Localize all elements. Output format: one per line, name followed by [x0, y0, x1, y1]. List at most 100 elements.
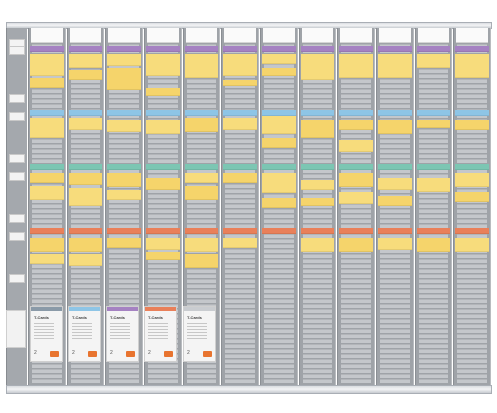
purple-row-marker-card[interactable] [146, 46, 180, 52]
column-header-label[interactable] [147, 28, 179, 43]
column-header-label[interactable] [108, 28, 140, 43]
t-card[interactable] [339, 54, 373, 78]
purple-row-marker-card[interactable] [416, 46, 451, 52]
t-card[interactable] [416, 54, 451, 68]
t-card[interactable] [184, 173, 219, 183]
orange-row-marker-card[interactable] [68, 228, 103, 234]
t-card[interactable] [68, 188, 103, 206]
column-header-label[interactable] [417, 28, 450, 43]
orange-row-marker-card[interactable] [300, 228, 335, 234]
t-card[interactable] [223, 54, 257, 76]
t-card[interactable] [416, 238, 451, 252]
t-card[interactable] [184, 118, 219, 132]
blue-row-marker-card[interactable] [416, 110, 451, 116]
t-card[interactable] [107, 238, 141, 248]
t-card-pack[interactable]: T-Cards 2 [68, 306, 101, 362]
t-card[interactable] [146, 238, 180, 250]
t-card[interactable] [455, 238, 489, 252]
orange-row-marker-card[interactable] [455, 228, 489, 234]
t-card[interactable] [68, 54, 103, 68]
column-header-label[interactable] [379, 28, 411, 43]
column-header-label[interactable] [456, 28, 488, 43]
blue-row-marker-card[interactable] [455, 110, 489, 116]
t-card[interactable] [378, 178, 412, 190]
t-card[interactable] [107, 54, 141, 66]
blue-row-marker-card[interactable] [184, 110, 219, 116]
t-card[interactable] [107, 173, 141, 187]
teal-row-marker-card[interactable] [68, 164, 103, 170]
t-card[interactable] [30, 238, 64, 252]
t-card[interactable] [300, 198, 335, 206]
t-card[interactable] [146, 178, 180, 190]
t-card-pack[interactable]: T-Cards 2 [30, 306, 63, 362]
t-card[interactable] [146, 54, 180, 76]
t-card[interactable] [223, 238, 257, 248]
orange-row-marker-card[interactable] [107, 228, 141, 234]
t-card[interactable] [455, 173, 489, 187]
t-card[interactable] [107, 120, 141, 132]
orange-row-marker-card[interactable] [146, 228, 180, 234]
t-card[interactable] [339, 238, 373, 252]
t-card-pack[interactable]: T-Cards 2 [106, 306, 139, 362]
column-header-label[interactable] [185, 28, 218, 43]
t-card[interactable] [68, 118, 103, 130]
t-card[interactable] [378, 54, 412, 78]
orange-row-marker-card[interactable] [262, 228, 296, 234]
t-card[interactable] [262, 173, 296, 193]
column-header-label[interactable] [301, 28, 334, 43]
purple-row-marker-card[interactable] [68, 46, 103, 52]
t-card-pack[interactable]: T-Cards 2 [144, 306, 177, 362]
t-card[interactable] [300, 238, 335, 252]
orange-row-marker-card[interactable] [378, 228, 412, 234]
teal-row-marker-card[interactable] [223, 164, 257, 170]
t-card[interactable] [146, 252, 180, 260]
t-card[interactable] [223, 80, 257, 86]
purple-row-marker-card[interactable] [184, 46, 219, 52]
blue-row-marker-card[interactable] [146, 110, 180, 116]
t-card[interactable] [146, 120, 180, 134]
t-card[interactable] [262, 68, 296, 76]
orange-row-marker-card[interactable] [339, 228, 373, 234]
blue-row-marker-card[interactable] [300, 110, 335, 116]
t-card[interactable] [339, 140, 373, 152]
t-card[interactable] [262, 116, 296, 134]
t-card[interactable] [339, 192, 373, 204]
t-card[interactable] [300, 180, 335, 190]
t-card[interactable] [68, 254, 103, 266]
t-card[interactable] [30, 254, 64, 264]
t-card[interactable] [68, 173, 103, 185]
t-card[interactable] [30, 78, 64, 88]
orange-row-marker-card[interactable] [223, 228, 257, 234]
t-card[interactable] [300, 54, 335, 80]
t-card[interactable] [339, 173, 373, 187]
teal-row-marker-card[interactable] [146, 164, 180, 170]
purple-row-marker-card[interactable] [223, 46, 257, 52]
t-card[interactable] [184, 238, 219, 252]
t-card[interactable] [184, 186, 219, 200]
orange-row-marker-card[interactable] [30, 228, 64, 234]
column-header-label[interactable] [263, 28, 295, 43]
purple-row-marker-card[interactable] [378, 46, 412, 52]
teal-row-marker-card[interactable] [262, 164, 296, 170]
t-card[interactable] [455, 54, 489, 78]
t-card[interactable] [68, 70, 103, 80]
t-card[interactable] [455, 192, 489, 202]
teal-row-marker-card[interactable] [339, 164, 373, 170]
teal-row-marker-card[interactable] [30, 164, 64, 170]
t-card[interactable] [262, 54, 296, 64]
t-card[interactable] [339, 120, 373, 130]
t-card[interactable] [223, 173, 257, 183]
t-card[interactable] [455, 120, 489, 130]
t-card[interactable] [378, 238, 412, 250]
t-card[interactable] [262, 198, 296, 208]
t-card[interactable] [30, 54, 64, 76]
t-card[interactable] [223, 118, 257, 130]
blue-row-marker-card[interactable] [339, 110, 373, 116]
blue-row-marker-card[interactable] [107, 110, 141, 116]
blue-row-marker-card[interactable] [68, 110, 103, 116]
blue-row-marker-card[interactable] [30, 110, 64, 116]
teal-row-marker-card[interactable] [184, 164, 219, 170]
purple-row-marker-card[interactable] [300, 46, 335, 52]
blue-row-marker-card[interactable] [262, 110, 296, 116]
teal-row-marker-card[interactable] [300, 164, 335, 170]
